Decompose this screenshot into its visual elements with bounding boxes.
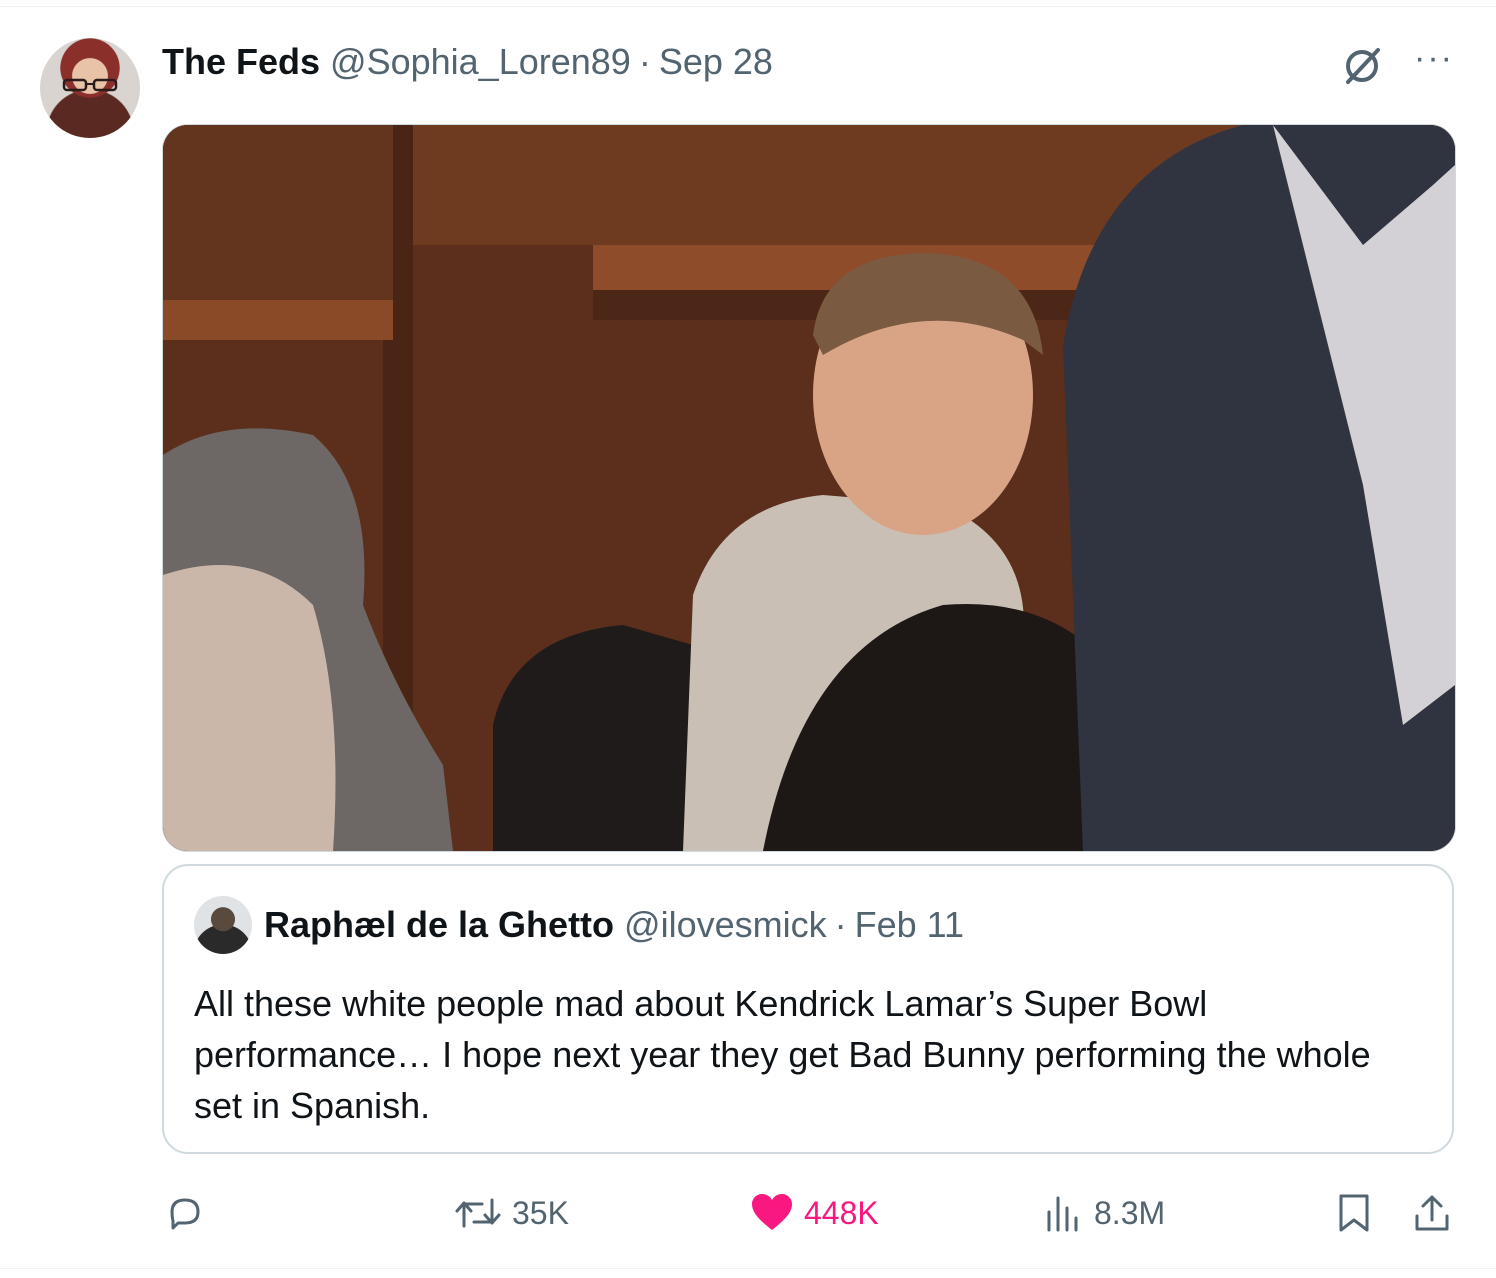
tweet-image[interactable] [162, 124, 1456, 852]
bookmark-button[interactable] [1336, 1186, 1372, 1240]
quoted-tweet[interactable]: Raphæl de la Ghetto @ilovesmick · Feb 11… [162, 864, 1454, 1154]
like-button[interactable]: 448K [750, 1186, 879, 1240]
avatar[interactable] [40, 38, 140, 138]
quoted-header: Raphæl de la Ghetto @ilovesmick · Feb 11 [264, 904, 964, 946]
quoted-date[interactable]: Feb 11 [855, 904, 964, 946]
like-count: 448K [804, 1194, 879, 1231]
separator: · [638, 41, 651, 82]
reply-button[interactable] [164, 1186, 216, 1240]
grok-icon[interactable] [1340, 44, 1384, 88]
views-icon [1047, 1196, 1078, 1232]
more-icon[interactable]: ··· [1412, 41, 1456, 78]
tweet-header: The Feds @Sophia_Loren89 · Sep 28 [162, 40, 773, 84]
tweet-date[interactable]: Sep 28 [659, 41, 773, 83]
reply-icon [170, 1198, 200, 1230]
views-count: 8.3M [1094, 1194, 1166, 1231]
user-handle[interactable]: @Sophia_Loren89 [330, 41, 631, 83]
share-icon [1415, 1195, 1449, 1231]
share-button[interactable] [1412, 1186, 1452, 1240]
retweet-icon [455, 1198, 501, 1228]
quoted-text: All these white people mad about Kendric… [194, 983, 1371, 1126]
glasses-decoration [62, 78, 118, 92]
top-divider [0, 6, 1496, 7]
photo-illustration [163, 125, 1455, 851]
bottom-divider [0, 1268, 1496, 1269]
quoted-avatar[interactable] [194, 896, 252, 954]
action-bar: 35K 448K 8.3M [0, 1186, 1496, 1240]
quoted-separator: · [834, 904, 847, 945]
bookmark-icon [1339, 1194, 1369, 1232]
display-name[interactable]: The Feds [162, 41, 320, 83]
retweet-button[interactable]: 35K [454, 1186, 569, 1240]
heart-icon [752, 1194, 792, 1230]
views-button[interactable]: 8.3M [1044, 1186, 1165, 1240]
retweet-count: 35K [512, 1194, 569, 1231]
quoted-handle[interactable]: @ilovesmick [624, 904, 827, 946]
quoted-display-name[interactable]: Raphæl de la Ghetto [264, 904, 614, 946]
